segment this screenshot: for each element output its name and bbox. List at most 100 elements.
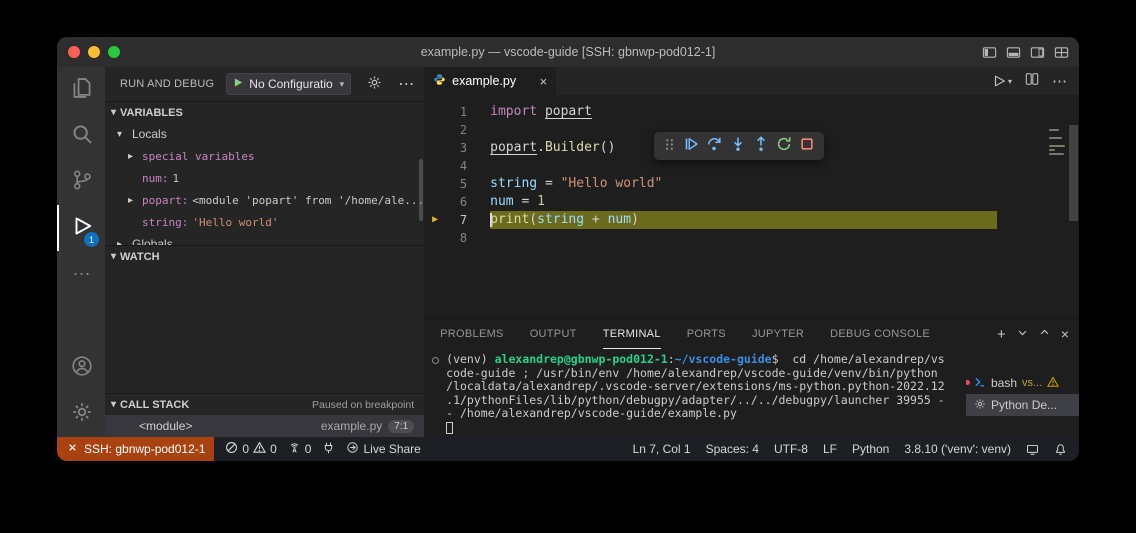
sidebar-scrollbar[interactable] [419, 159, 424, 221]
code-line-1[interactable]: 1 import popart [424, 103, 1079, 121]
chevron-down-icon: ▾ [339, 78, 345, 89]
call-stack-frame[interactable]: <module> example.py 7:1 [105, 415, 425, 437]
frame-name: <module> [139, 419, 193, 433]
code-editor[interactable]: 1 import popart 2 3 popart.Builder() 4 5 string… [424, 95, 1079, 318]
terminal-error-dot-icon [966, 380, 970, 385]
chevron-right-icon: ▸ [128, 150, 134, 162]
close-panel-icon[interactable]: × [1061, 326, 1069, 342]
terminal-tab-python-debug[interactable]: Python De... [966, 394, 1079, 416]
activity-run-and-debug[interactable]: 1 [57, 205, 105, 251]
drag-handle-icon[interactable] [663, 137, 676, 156]
debug-continue-icon[interactable] [683, 136, 699, 156]
split-editor-icon[interactable] [1025, 72, 1039, 91]
minimap[interactable] [1049, 129, 1065, 161]
remote-indicator[interactable]: SSH: gbnwp-pod012-1 [57, 437, 215, 461]
toggle-panel-icon[interactable] [1006, 45, 1021, 60]
new-terminal-icon[interactable]: + [997, 326, 1006, 343]
maximize-window-button[interactable] [108, 46, 120, 58]
watch-header-label: WATCH [120, 250, 160, 263]
variable-popart[interactable]: ▸ popart: <module 'popart' from '/home/a… [105, 189, 424, 211]
language-mode[interactable]: Python [852, 442, 889, 456]
toggle-secondary-sidebar-icon[interactable] [1030, 45, 1045, 60]
debug-badge: 1 [84, 232, 99, 247]
minimize-window-button[interactable] [88, 46, 100, 58]
ports-indicator[interactable] [322, 441, 335, 457]
maximize-panel-icon[interactable] [1039, 325, 1050, 343]
editor-tab-bar: example.py × ▾ ⋯ [424, 67, 1079, 95]
debug-toolbar [654, 132, 825, 160]
start-debug-icon[interactable] [233, 77, 244, 91]
panel-tab-jupyter[interactable]: JUPYTER [752, 319, 804, 349]
files-icon [71, 77, 93, 104]
port-forward-indicator[interactable]: 0 [288, 441, 311, 457]
scope-locals[interactable]: ▾ Locals [105, 123, 424, 145]
code-line-7[interactable]: ▶ 7 print(string + num) [424, 211, 1079, 229]
remote-icon [66, 441, 79, 457]
scope-globals[interactable]: ▸ Globals [105, 233, 424, 245]
variable-special[interactable]: ▸ special variables [105, 145, 424, 167]
debug-restart-icon[interactable] [776, 136, 792, 156]
debug-stop-icon[interactable] [799, 136, 815, 156]
terminal-dropdown-icon[interactable] [1017, 325, 1028, 343]
editor-scrollbar[interactable] [1069, 125, 1078, 221]
code-line-5[interactable]: 5 string = "Hello world" [424, 175, 1079, 193]
debug-config-dropdown[interactable]: No Configuratio ▾ [226, 73, 352, 95]
editor-more-actions-icon[interactable]: ⋯ [1052, 72, 1067, 90]
watch-section-header[interactable]: ▾ WATCH [105, 245, 425, 267]
code-line-6[interactable]: 6 num = 1 [424, 193, 1079, 211]
bottom-panel: PROBLEMS OUTPUT TERMINAL PORTS JUPYTER DEBUG … [424, 318, 1079, 437]
notifications-bell-icon[interactable] [1054, 443, 1067, 456]
plug-icon [322, 441, 335, 457]
variable-num[interactable]: num: 1 [105, 167, 424, 189]
activity-settings[interactable] [57, 391, 105, 437]
debug-step-out-icon[interactable] [753, 136, 769, 156]
live-share-button[interactable]: Live Share [346, 441, 421, 457]
debug-settings-gear-icon[interactable] [367, 75, 382, 93]
close-window-button[interactable] [68, 46, 80, 58]
activity-source-control[interactable] [57, 159, 105, 205]
status-bar: SSH: gbnwp-pod012-1 0 0 0 Live Share Ln … [57, 437, 1079, 461]
tab-example-py[interactable]: example.py × [424, 67, 557, 95]
window-title: example.py — vscode-guide [SSH: gbnwp-po… [420, 45, 716, 59]
remote-explorer-icon[interactable] [1026, 443, 1039, 456]
cursor-position[interactable]: Ln 7, Col 1 [633, 442, 691, 456]
panel-tab-debug-console[interactable]: DEBUG CONSOLE [830, 319, 930, 349]
variable-string[interactable]: string: 'Hello world' [105, 211, 424, 233]
terminal-tab-bash[interactable]: bash vs... [966, 372, 1079, 394]
panel-tabs: PROBLEMS OUTPUT TERMINAL PORTS JUPYTER DEBUG … [424, 319, 1079, 349]
python-interpreter[interactable]: 3.8.10 ('venv': venv) [904, 442, 1011, 456]
encoding[interactable]: UTF-8 [774, 442, 808, 456]
debug-step-over-icon[interactable] [706, 136, 722, 156]
activity-accounts[interactable] [57, 345, 105, 391]
indentation[interactable]: Spaces: 4 [706, 442, 759, 456]
titlebar[interactable]: example.py — vscode-guide [SSH: gbnwp-po… [57, 37, 1079, 67]
customize-layout-icon[interactable] [1054, 45, 1069, 60]
debug-config-label: No Configuratio [249, 77, 333, 91]
frame-file: example.py [320, 419, 383, 433]
views-more-actions-icon[interactable]: ⋯ [398, 74, 415, 94]
panel-tab-problems[interactable]: PROBLEMS [440, 319, 504, 349]
more-views-icon: ⋯ [72, 263, 92, 284]
activity-search[interactable] [57, 113, 105, 159]
activity-explorer[interactable] [57, 67, 105, 113]
code-line-8[interactable]: 8 [424, 229, 1079, 247]
editor-group: example.py × ▾ ⋯ 1 import popart 2 3 popart.… [424, 67, 1079, 437]
watch-body[interactable] [105, 267, 424, 393]
live-share-icon [346, 441, 359, 457]
panel-tab-output[interactable]: OUTPUT [530, 319, 577, 349]
debug-step-into-icon[interactable] [730, 136, 746, 156]
command-decoration-icon[interactable] [432, 357, 440, 364]
call-stack-header-label: CALL STACK [120, 398, 190, 411]
variables-section-header[interactable]: ▾ VARIABLES [105, 101, 425, 123]
sidebar-title: RUN AND DEBUG [120, 78, 215, 90]
panel-tab-terminal[interactable]: TERMINAL [602, 319, 661, 349]
run-python-file-icon[interactable]: ▾ [992, 74, 1012, 88]
activity-additional-views[interactable]: ⋯ [57, 251, 105, 297]
close-tab-icon[interactable]: × [540, 74, 548, 89]
eol-sequence[interactable]: LF [823, 442, 837, 456]
problems-indicator[interactable]: 0 0 [225, 441, 277, 457]
call-stack-section-header[interactable]: ▾ CALL STACK Paused on breakpoint [105, 393, 425, 415]
panel-tab-ports[interactable]: PORTS [687, 319, 726, 349]
terminal-tabs-list: bash vs... Python De... [966, 372, 1079, 416]
toggle-sidebar-icon[interactable] [982, 45, 997, 60]
